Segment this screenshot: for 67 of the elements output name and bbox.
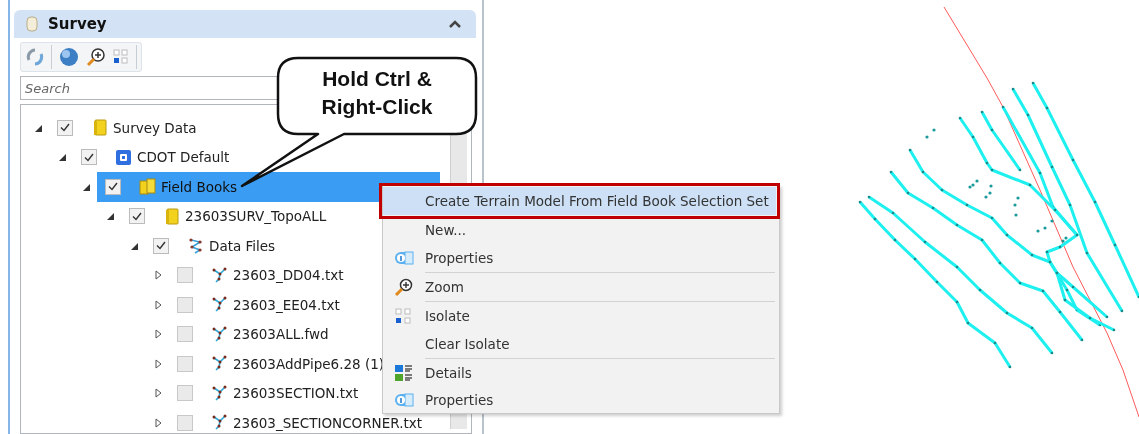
expand-arrow-icon[interactable] [154, 299, 163, 310]
tree-item[interactable]: CDOT Default [73, 142, 416, 172]
points-icon [211, 325, 228, 343]
points-icon [211, 355, 228, 373]
database-icon [115, 148, 132, 166]
checkbox[interactable] [129, 208, 145, 225]
expand-arrow-icon[interactable] [154, 388, 163, 399]
menu-item[interactable]: Isolate [383, 302, 779, 330]
checkbox[interactable] [177, 326, 193, 343]
tree-item-label: 23603_DD04.txt [233, 267, 344, 284]
survey-icon [26, 16, 38, 32]
expand-arrow-icon[interactable] [154, 329, 163, 340]
collapse-arrow-icon[interactable] [106, 211, 115, 222]
points-icon [211, 296, 228, 314]
menu-item[interactable]: New... [383, 216, 779, 244]
menu-item-label: Details [425, 365, 472, 381]
menu-item[interactable]: Zoom [383, 273, 779, 301]
checkbox[interactable] [81, 149, 97, 166]
collapse-arrow-icon[interactable] [58, 152, 67, 163]
menu-item[interactable]: Clear Isolate [383, 330, 779, 358]
tree-item-label: 23603ALL.fwd [233, 326, 329, 343]
checkbox[interactable] [177, 267, 193, 284]
menu-item-label: Properties [425, 250, 494, 266]
expand-arrow-icon[interactable] [154, 358, 163, 369]
collapse-chevron-icon[interactable] [448, 19, 462, 29]
checkbox[interactable] [105, 178, 121, 195]
menu-item-label: Zoom [425, 279, 464, 295]
menu-item[interactable]: Properties [383, 244, 779, 272]
menu-item-label: Properties [425, 392, 494, 408]
tree-item-label: 23603SECTION.txt [233, 385, 359, 402]
tree-item-label: 23603SURV_TopoALL [185, 208, 327, 225]
points-icon [211, 384, 228, 402]
isolate-icon [394, 307, 414, 325]
info-icon [394, 391, 414, 409]
checkbox[interactable] [177, 355, 193, 372]
callout-text: Hold Ctrl & Right-Click [320, 66, 434, 120]
tree-item-label: Field Books [161, 178, 238, 195]
info-icon [394, 249, 414, 267]
refresh-icon[interactable] [25, 47, 45, 67]
menu-item-label: Isolate [425, 308, 470, 324]
expand-arrow-icon[interactable] [154, 270, 163, 281]
checkbox[interactable] [57, 119, 73, 136]
tree-item-label: Survey Data [113, 119, 197, 136]
checkbox[interactable] [177, 385, 193, 402]
folder-icon [163, 207, 180, 225]
menu-item-label: New... [425, 222, 467, 238]
zoom-icon[interactable] [86, 47, 106, 67]
isolate-icon[interactable] [112, 48, 130, 66]
details-icon [394, 364, 414, 382]
network-icon [187, 237, 204, 255]
points-icon [211, 266, 228, 284]
folder-icon [91, 119, 108, 137]
menu-item-label: Clear Isolate [425, 336, 510, 352]
expand-arrow-icon[interactable] [154, 417, 163, 428]
tree-item-label: 23603_EE04.txt [233, 296, 340, 313]
checkbox[interactable] [177, 414, 193, 431]
checkbox[interactable] [153, 237, 169, 254]
menu-item[interactable]: Details [383, 359, 779, 387]
tree-item-label: Data Files [209, 237, 276, 254]
panel-title: Survey [48, 15, 107, 33]
checkbox[interactable] [177, 296, 193, 313]
tree-item-label: CDOT Default [137, 149, 230, 166]
zoom-icon [394, 278, 414, 296]
globe-icon[interactable] [58, 46, 80, 68]
books-icon [139, 178, 156, 196]
tree-item-label: 23603_SECTIONCORNER.txt [233, 414, 422, 431]
points-icon [211, 414, 228, 432]
